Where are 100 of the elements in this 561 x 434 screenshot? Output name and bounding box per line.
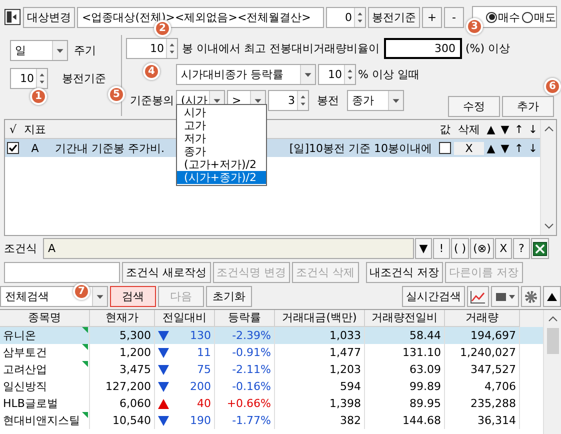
- settings-button[interactable]: [521, 286, 541, 307]
- realtime-search-button[interactable]: 실시간검색: [402, 286, 465, 307]
- reference-bars-spinner[interactable]: 3: [268, 90, 309, 110]
- step-badge: 3: [466, 18, 483, 35]
- stop-button[interactable]: [491, 286, 519, 307]
- amount-cell: 382: [275, 412, 365, 429]
- reference-label: 기준봉의: [129, 92, 174, 108]
- caret-icon: [388, 90, 403, 110]
- spin-arrows-icon[interactable]: [297, 90, 308, 110]
- change-cell-text: 40: [197, 396, 211, 412]
- spreadsheet-icon: [532, 242, 547, 256]
- scroll-down-icon[interactable]: [544, 221, 554, 231]
- formula-name-field[interactable]: [4, 262, 120, 283]
- change-cell-text: 200: [190, 379, 211, 395]
- move-control[interactable]: ▼: [498, 142, 512, 154]
- chart-button[interactable]: [467, 286, 489, 307]
- step-badge: 4: [143, 63, 160, 80]
- settings-icon: [524, 290, 538, 304]
- base-count-spinner[interactable]: 10: [10, 68, 48, 88]
- compare-price-dropdown[interactable]: 종가: [347, 90, 404, 110]
- caret-icon: [52, 40, 67, 60]
- spin-arrows-icon[interactable]: [344, 64, 355, 84]
- condition-text: 봉 이내에서 최고 전봉대비거래량비율이: [182, 40, 380, 56]
- scroll-up-icon[interactable]: [548, 314, 558, 324]
- operator-button[interactable]: X: [494, 238, 512, 259]
- order-header: ▲: [486, 122, 496, 136]
- order-header: ▼: [500, 122, 510, 136]
- formula-field[interactable]: A: [43, 238, 414, 259]
- caret-icon: [92, 287, 107, 306]
- scroll-up-icon[interactable]: [544, 124, 554, 134]
- collapse-button[interactable]: [543, 286, 561, 307]
- row-checkbox[interactable]: [7, 142, 19, 154]
- operator-button[interactable]: ?: [512, 238, 530, 259]
- move-control[interactable]: ↑: [512, 142, 526, 154]
- indicator-header: 지표: [23, 122, 47, 136]
- ratio-field[interactable]: 300: [384, 38, 462, 58]
- search-button[interactable]: 검색: [110, 286, 156, 307]
- order-header: ↓: [527, 122, 539, 136]
- measure-dropdown[interactable]: 시가대비종가 등락률: [176, 64, 316, 84]
- step-badge: 6: [544, 78, 561, 95]
- caret-icon: [300, 64, 315, 84]
- operator-button[interactable]: ▼: [415, 238, 432, 259]
- move-control[interactable]: ↓: [526, 142, 540, 154]
- change-cell-text: 75: [197, 362, 211, 378]
- spin-arrows-icon[interactable]: [354, 8, 365, 26]
- period-label: 주기: [74, 42, 96, 58]
- edit-button[interactable]: 수정: [448, 96, 500, 116]
- formula-action-button[interactable]: 내조건식 저장: [366, 262, 443, 283]
- bars-ago-label: 봉전: [317, 92, 339, 108]
- step-badge: 7: [73, 283, 90, 300]
- change-cell-text: 190: [190, 413, 211, 429]
- check-header: √: [8, 122, 18, 136]
- change-cell-text: 130: [190, 328, 211, 344]
- step-badge: 1: [30, 88, 47, 105]
- scrollbar-thumb[interactable]: [546, 328, 558, 354]
- search-button[interactable]: 초기화: [206, 286, 252, 307]
- order-header: ↑: [513, 122, 525, 136]
- stop-icon: [496, 292, 506, 300]
- indicator-name: A: [30, 142, 40, 154]
- value-header: 값: [438, 122, 452, 136]
- line-chart-icon: [470, 290, 486, 304]
- volume-cell: 36,314: [445, 412, 520, 429]
- period-dropdown[interactable]: 일: [10, 40, 68, 60]
- excel-export-button[interactable]: [530, 238, 549, 259]
- operator-button[interactable]: (⊗): [470, 238, 494, 259]
- formula-label: 조건식: [4, 241, 38, 256]
- stock-name-cell[interactable]: 현대비앤지스틸: [0, 412, 90, 429]
- rate-cell: -1.77%: [215, 412, 275, 429]
- value-checkbox[interactable]: [439, 142, 451, 154]
- volume-ratio-cell: 144.68: [365, 412, 445, 429]
- delete-header: 삭제: [457, 122, 481, 136]
- offset-spinner[interactable]: 0: [326, 6, 366, 28]
- change-cell-text: 11: [197, 345, 211, 361]
- panel-toggle-icon[interactable]: [4, 8, 21, 26]
- side-radio[interactable]: 매수: [486, 10, 520, 24]
- minus-button[interactable]: -: [444, 6, 464, 28]
- bars-spinner[interactable]: 10: [126, 38, 178, 58]
- operator-button[interactable]: ( ): [451, 238, 470, 259]
- move-control[interactable]: ▲: [484, 142, 498, 154]
- dropdown-option[interactable]: (시가+종가)/2: [177, 171, 266, 184]
- spin-arrows-icon[interactable]: [166, 38, 177, 58]
- ratio-unit: (%) 이상: [466, 40, 510, 56]
- formula-action-button[interactable]: 조건식 새로작성: [122, 262, 210, 283]
- base-label: 봉전기준: [62, 70, 106, 86]
- spin-arrows-icon[interactable]: [36, 68, 47, 88]
- change-target-button[interactable]: 대상변경: [23, 6, 75, 28]
- step-badge: 5: [108, 86, 125, 103]
- indicator-description: [일]10봉전 기준 10봉이내에: [289, 140, 432, 156]
- delete-cell[interactable]: X: [454, 142, 484, 154]
- caret-icon: [508, 294, 514, 298]
- side-radio[interactable]: 매도: [522, 10, 556, 24]
- offset-basis-button[interactable]: 봉전기준: [368, 6, 420, 28]
- add-button[interactable]: 추가: [502, 96, 554, 116]
- operator-button[interactable]: !: [433, 238, 450, 259]
- price-cell: 10,540: [90, 412, 155, 429]
- percent-spinner[interactable]: 10: [318, 64, 356, 84]
- indicator-description: 기간내 기준봉 주가비.: [55, 140, 164, 156]
- collapse-icon: [547, 292, 557, 300]
- percent-text: % 이상 일때: [358, 66, 420, 82]
- plus-button[interactable]: +: [422, 6, 442, 28]
